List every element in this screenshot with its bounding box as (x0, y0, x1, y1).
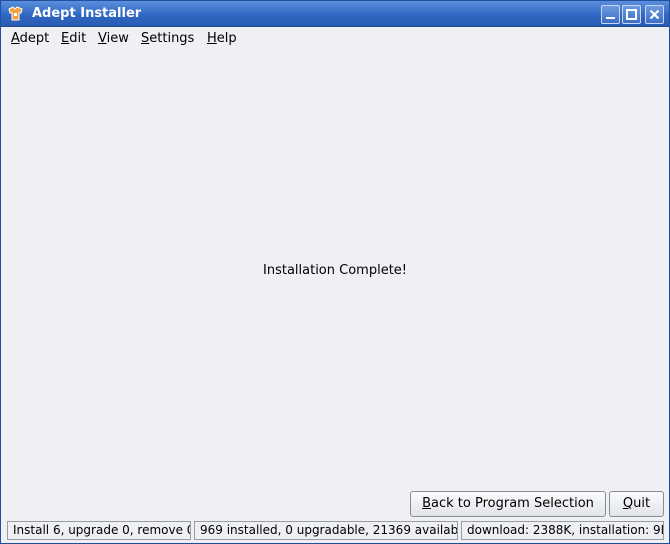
maximize-icon (626, 9, 637, 20)
menu-view[interactable]: View (98, 30, 129, 48)
menu-bar: Adept Edit View Settings Help (1, 28, 669, 50)
back-to-program-selection-button[interactable]: Back to Program Selection (410, 491, 606, 517)
window-title: Adept Installer (32, 6, 142, 21)
quit-button[interactable]: Quit (609, 491, 664, 517)
close-button[interactable] (645, 5, 664, 24)
minimize-button[interactable] (601, 5, 620, 24)
status-sizes: download: 2388K, installation: 9M (461, 521, 664, 540)
installation-complete-message: Installation Complete! (263, 263, 407, 278)
menu-settings[interactable]: Settings (141, 30, 194, 48)
title-bar[interactable]: Adept Installer (1, 1, 669, 27)
installer-window: Adept Installer Adept Edit View Settings… (0, 0, 670, 544)
maximize-button[interactable] (622, 5, 641, 24)
close-icon (649, 9, 660, 20)
menu-help[interactable]: Help (207, 30, 237, 48)
status-bar: Install 6, upgrade 0, remove 0 969 insta… (1, 519, 669, 543)
minimize-icon (606, 17, 615, 19)
status-package-counts: 969 installed, 0 upgradable, 21369 avail… (194, 521, 458, 540)
main-content: Installation Complete! (1, 51, 669, 491)
status-changes: Install 6, upgrade 0, remove 0 (7, 521, 191, 540)
menu-edit[interactable]: Edit (61, 30, 86, 48)
menu-adept[interactable]: Adept (11, 30, 49, 48)
adept-icon[interactable] (7, 5, 24, 22)
